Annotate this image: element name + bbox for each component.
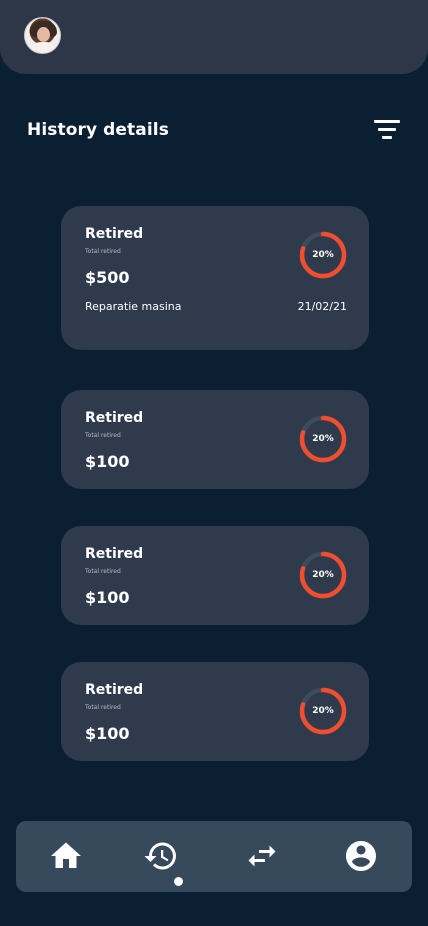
avatar-face <box>37 27 50 42</box>
card-subtitle: Total retired <box>85 248 121 255</box>
card-title: Retired <box>85 682 144 698</box>
card-amount: $500 <box>85 268 130 287</box>
progress-ring: 20% <box>299 551 347 599</box>
history-card[interactable]: Retired Total retired $100 20% <box>61 662 369 761</box>
progress-percent: 20% <box>312 570 334 580</box>
history-icon[interactable] <box>143 838 179 874</box>
active-indicator-dot <box>174 877 183 886</box>
account-icon[interactable] <box>343 838 379 874</box>
bottom-nav <box>16 821 412 892</box>
progress-ring: 20% <box>299 415 347 463</box>
card-amount: $100 <box>85 724 130 743</box>
avatar-body <box>29 42 58 53</box>
card-amount: $100 <box>85 588 130 607</box>
progress-percent: 20% <box>312 434 334 444</box>
card-title: Retired <box>85 226 144 242</box>
filter-icon[interactable] <box>371 118 403 142</box>
card-subtitle: Total retired <box>85 704 121 711</box>
progress-ring: 20% <box>299 687 347 735</box>
card-title: Retired <box>85 410 144 426</box>
progress-ring: 20% <box>299 231 347 279</box>
transfer-icon[interactable] <box>244 838 280 874</box>
card-title: Retired <box>85 546 144 562</box>
progress-percent: 20% <box>312 250 334 260</box>
home-icon[interactable] <box>48 838 84 874</box>
card-subtitle: Total retired <box>85 432 121 439</box>
history-card[interactable]: Retired Total retired $100 20% <box>61 390 369 489</box>
card-amount: $100 <box>85 452 130 471</box>
page-title: History details <box>27 120 169 140</box>
top-bar <box>0 0 428 74</box>
card-description: Reparatie masina <box>85 300 182 313</box>
history-card[interactable]: Retired Total retired $100 20% <box>61 526 369 625</box>
progress-percent: 20% <box>312 706 334 716</box>
card-date: 21/02/21 <box>297 300 347 313</box>
history-card[interactable]: Retired Total retired $500 Reparatie mas… <box>61 206 369 350</box>
card-subtitle: Total retired <box>85 568 121 575</box>
avatar[interactable] <box>24 17 61 54</box>
